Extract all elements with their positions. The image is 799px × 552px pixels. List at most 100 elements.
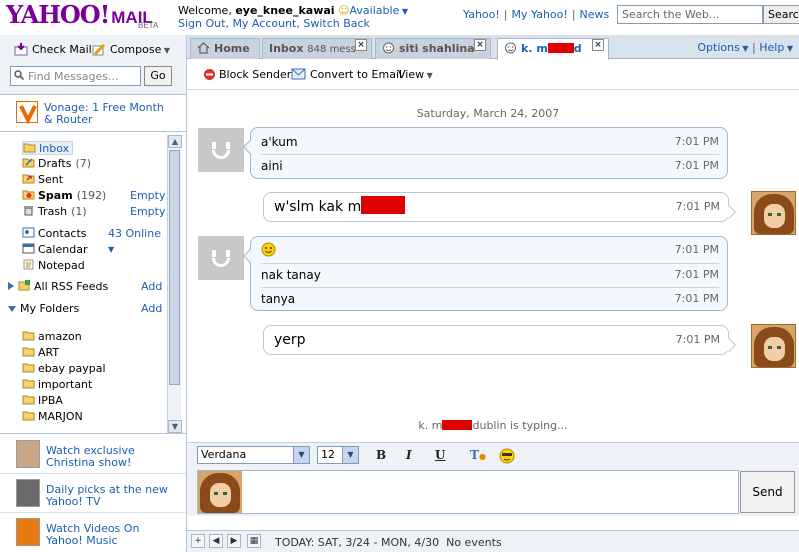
message-input[interactable]: [197, 470, 739, 514]
redaction-box: [361, 196, 406, 214]
compose-button[interactable]: Compose ▼: [92, 43, 170, 56]
news-link[interactable]: News: [580, 8, 610, 21]
folder-trash[interactable]: Trash (1): [22, 205, 87, 219]
text-color-icon[interactable]: T●: [470, 448, 486, 462]
sent-folder-icon: [22, 174, 35, 184]
empty-trash-link[interactable]: Empty: [130, 205, 165, 219]
my-folder-item[interactable]: IPBA: [22, 394, 63, 408]
folder-scrollbar[interactable]: ▲ ▼: [167, 135, 182, 434]
block-icon: [204, 69, 215, 80]
status-bar: + ◀ ▶ ▦ TODAY: SAT, 3/24 - MON, 4/30 No …: [187, 530, 799, 552]
bold-button[interactable]: B: [376, 448, 386, 462]
my-folder-item[interactable]: ebay paypal: [22, 362, 106, 376]
message-line: tanya 7:01 PM: [261, 287, 719, 309]
im-toolbar: Block Sender Convert to Email View ▼: [187, 60, 799, 90]
collapse-arrow-icon[interactable]: [8, 306, 16, 312]
expand-arrow-icon[interactable]: [8, 282, 14, 290]
underline-button[interactable]: U: [435, 448, 445, 462]
find-messages-input[interactable]: Find Messages...: [10, 66, 141, 86]
vonage-promo[interactable]: Vonage: 1 Free Month & Router: [0, 96, 186, 132]
check-mail-button[interactable]: Check Mail: [14, 43, 92, 56]
envelope-icon: [291, 68, 306, 80]
folder-drafts[interactable]: Drafts (7): [22, 157, 91, 171]
conversation-date: Saturday, March 24, 2007: [416, 107, 560, 120]
my-folder-item[interactable]: MARJON: [22, 410, 83, 424]
scroll-up-icon[interactable]: ▲: [168, 135, 182, 148]
next-icon[interactable]: ▶: [227, 534, 241, 548]
go-button[interactable]: Go: [144, 66, 172, 86]
my-folders-header[interactable]: My Folders: [8, 302, 79, 316]
message-line: 7:01 PM: [261, 239, 719, 261]
send-button[interactable]: Send: [740, 471, 795, 513]
chat-panel: Block Sender Convert to Email View ▼ Sat…: [187, 60, 799, 552]
left-panel: Check Mail Compose ▼ Find Messages... Go…: [0, 35, 187, 552]
folder-inbox[interactable]: Inbox: [22, 141, 74, 155]
add-folder-link[interactable]: Add: [141, 302, 162, 316]
my-folder-item[interactable]: important: [22, 378, 92, 392]
today-summary: TODAY: SAT, 3/24 - MON, 4/30 No events: [275, 536, 502, 549]
my-avatar[interactable]: [751, 324, 796, 368]
switch-back-link[interactable]: Switch Back: [303, 17, 370, 30]
message-line: w'slm kak m 7:01 PM: [274, 196, 720, 218]
online-count-dropdown[interactable]: 43 Online ▼: [108, 227, 167, 254]
block-sender-button[interactable]: Block Sender: [203, 68, 291, 81]
folder-spam[interactable]: Spam (192): [22, 189, 106, 203]
sign-out-link[interactable]: Sign Out: [178, 17, 225, 30]
my-avatar[interactable]: [751, 191, 796, 235]
tab-home[interactable]: Home: [190, 38, 260, 59]
my-folder-item[interactable]: ART: [22, 346, 59, 360]
web-search-input[interactable]: Search the Web...: [617, 5, 763, 24]
conversation-area: Saturday, March 24, 2007 a'kum 7:01 PM ai…: [187, 91, 799, 466]
view-dropdown[interactable]: View ▼: [398, 68, 433, 81]
close-inbox-tab-icon[interactable]: ×: [355, 39, 367, 51]
close-siti-tab-icon[interactable]: ×: [474, 39, 486, 51]
add-icon[interactable]: +: [191, 534, 205, 548]
contacts-link[interactable]: Contacts: [22, 227, 87, 241]
yahoo-mail-logo[interactable]: YAHOO! MAIL: [6, 2, 153, 31]
promo-yahoo-tv[interactable]: Daily picks at the new Yahoo! TV: [0, 475, 186, 513]
my-folder-item[interactable]: amazon: [22, 330, 82, 344]
empty-spam-link[interactable]: Empty: [130, 189, 165, 203]
promo-christina[interactable]: Watch exclusive Christina show!: [0, 436, 186, 474]
status-dropdown[interactable]: Available: [350, 4, 400, 17]
redaction-box: [442, 420, 473, 430]
notepad-link[interactable]: Notepad: [22, 259, 85, 273]
notepad-icon: [23, 259, 34, 270]
close-active-tab-icon[interactable]: ×: [592, 39, 604, 51]
font-family-select[interactable]: Verdana ▼: [197, 446, 310, 464]
options-dropdown[interactable]: Options ▼: [697, 41, 748, 54]
check-mail-icon: [14, 43, 28, 56]
vonage-promo-text: Vonage: 1 Free Month & Router: [44, 101, 164, 126]
yahoo-link[interactable]: Yahoo!: [463, 8, 500, 21]
rss-feeds-link[interactable]: All RSS Feeds: [8, 280, 108, 294]
my-yahoo-link[interactable]: My Yahoo!: [512, 8, 568, 21]
chat-smiley-icon: [383, 42, 394, 54]
message-line: aini 7:01 PM: [261, 154, 719, 176]
folder-icon: [22, 379, 35, 389]
previous-icon[interactable]: ◀: [209, 534, 223, 548]
contacts-icon: [22, 227, 35, 238]
promo-list: Watch exclusive Christina show! Daily pi…: [0, 433, 186, 552]
message-bubble-incoming: 7:01 PM nak tanay 7:01 PM tanya 7:01 PM: [242, 236, 728, 311]
font-size-select[interactable]: 12 ▼: [317, 446, 359, 464]
calendar-icon: [22, 243, 35, 254]
italic-button[interactable]: I: [406, 448, 412, 462]
buddy-avatar[interactable]: [198, 128, 244, 172]
scroll-down-icon[interactable]: ▼: [168, 420, 182, 433]
username: eye_knee_kawai: [235, 4, 335, 17]
emoticon-picker-icon[interactable]: [499, 448, 515, 467]
help-dropdown[interactable]: Help ▼: [759, 41, 793, 54]
calendar-small-icon[interactable]: ▦: [247, 534, 261, 548]
promo-yahoo-music[interactable]: Watch Videos On Yahoo! Music: [0, 514, 186, 552]
convert-to-email-button[interactable]: Convert to Email: [291, 68, 402, 81]
scroll-thumb[interactable]: [169, 150, 180, 385]
web-search-button[interactable]: Search: [763, 5, 799, 24]
add-rss-link[interactable]: Add: [141, 280, 162, 294]
calendar-link[interactable]: Calendar: [22, 243, 87, 257]
buddy-avatar[interactable]: [198, 236, 244, 280]
home-icon: [197, 42, 210, 54]
folder-sent[interactable]: Sent: [22, 173, 63, 187]
format-toolbar: Verdana ▼ 12 ▼ B I U T●: [187, 442, 799, 468]
my-account-link[interactable]: My Account: [232, 17, 296, 30]
drafts-folder-icon: [22, 158, 35, 168]
